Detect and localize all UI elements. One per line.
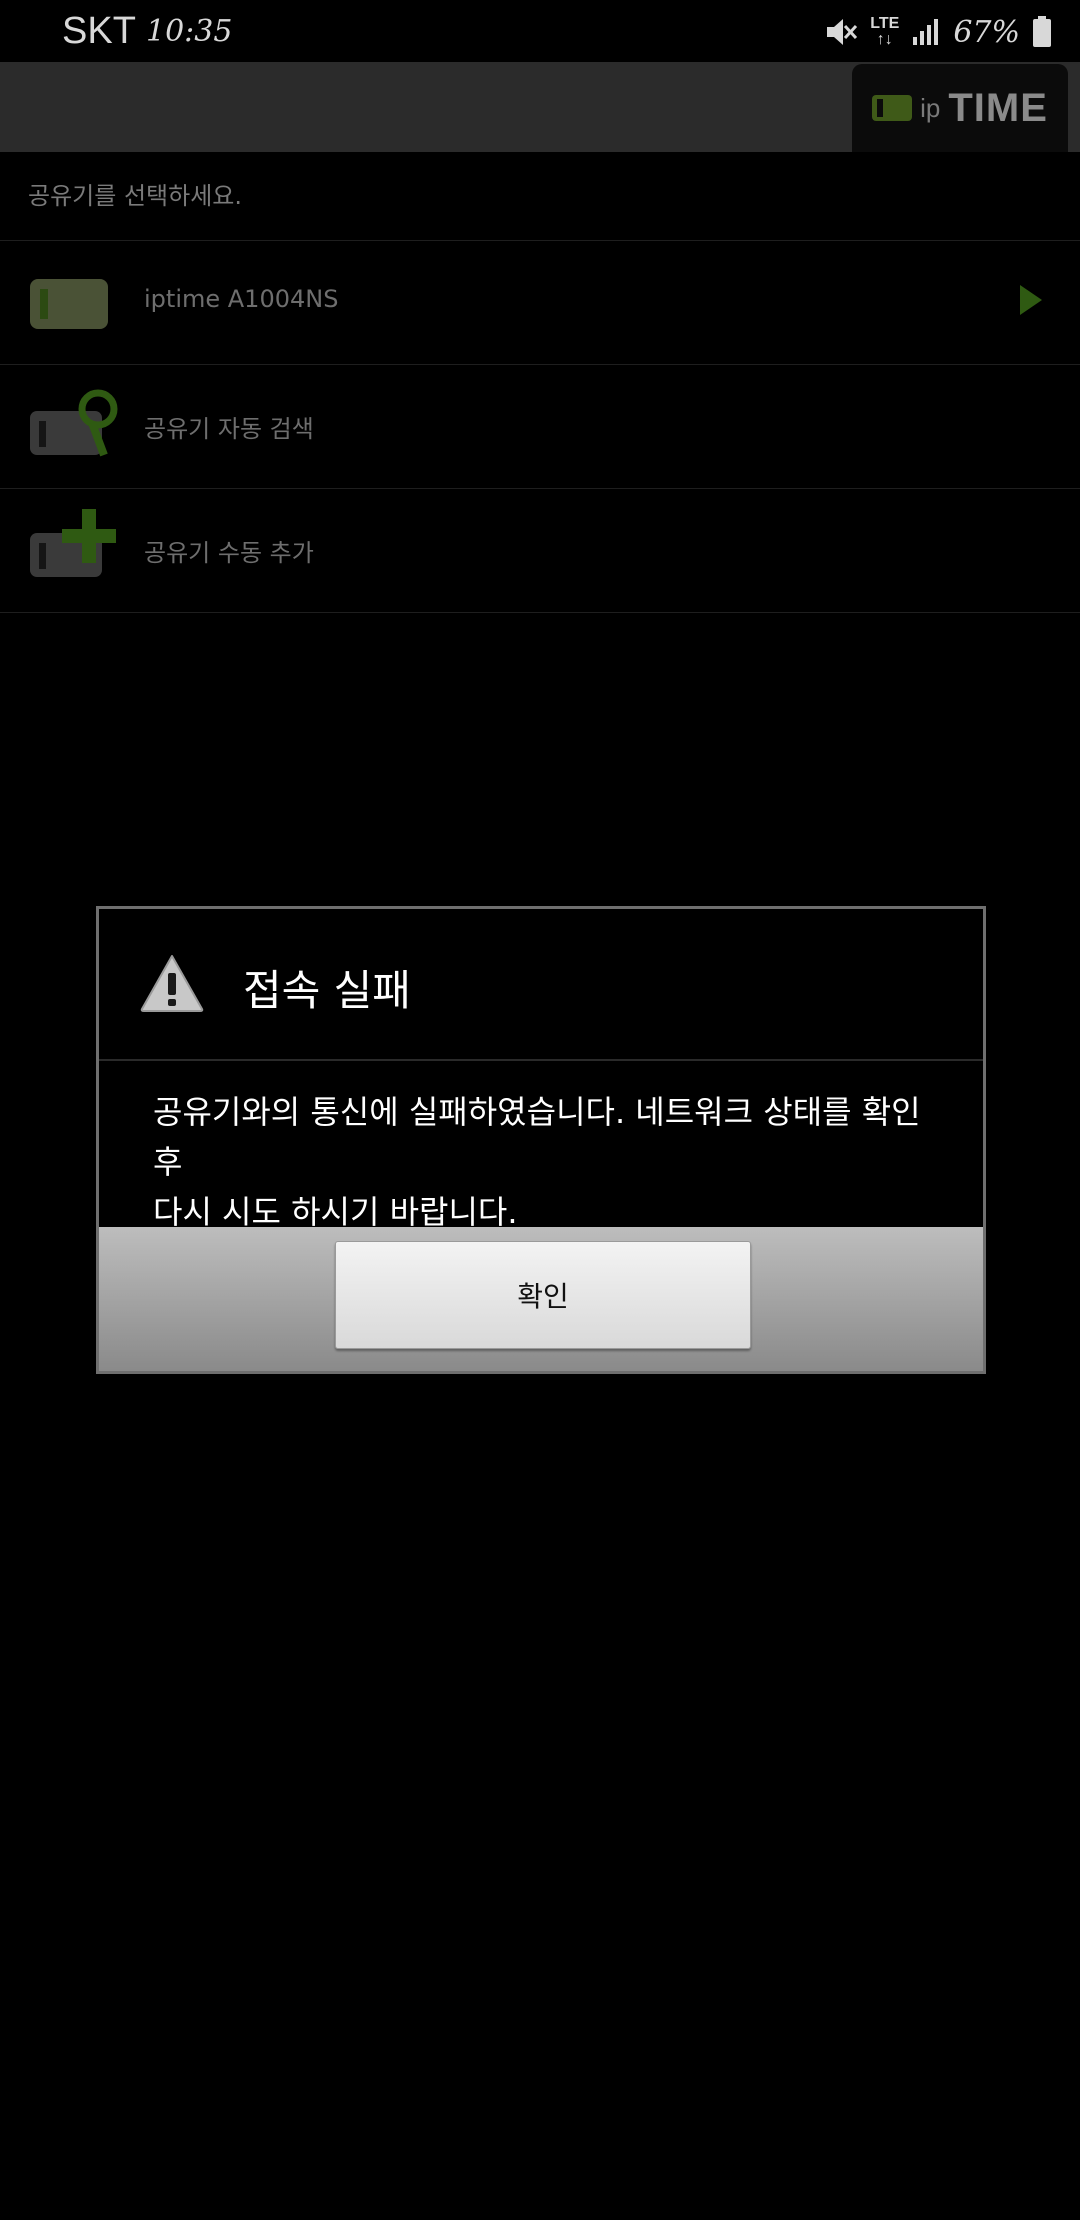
list-item-label: 공유기 수동 추가 <box>144 539 314 567</box>
iptime-logo: ip TIME <box>852 64 1068 152</box>
carrier-label: SKT <box>62 10 136 52</box>
dialog-message-line: 공유기와의 통신에 실패하였습니다. 네트워크 상태를 확인 후 <box>153 1093 921 1181</box>
list-item-label: iptime A1004NS <box>144 285 339 313</box>
list-item-router[interactable]: iptime A1004NS <box>0 241 1080 363</box>
battery-icon <box>1032 16 1052 48</box>
warning-icon <box>139 953 205 1013</box>
lte-icon: LTE ↑↓ <box>870 16 899 48</box>
divider <box>0 612 1080 613</box>
section-label: 공유기를 선택하세요. <box>28 182 242 210</box>
logo-text-time: TIME <box>948 85 1048 130</box>
logo-text-ip: ip <box>920 92 941 123</box>
list-item-label: 공유기 자동 검색 <box>144 415 314 443</box>
router-add-icon <box>30 509 116 577</box>
signal-icon <box>911 17 941 47</box>
router-logo-icon <box>872 95 913 121</box>
status-icons: LTE ↑↓ 67% <box>824 10 1052 54</box>
mute-icon <box>824 17 858 47</box>
clock-time: 10:35 <box>146 14 233 49</box>
router-icon <box>30 279 108 329</box>
dialog-message: 공유기와의 통신에 실패하였습니다. 네트워크 상태를 확인 후 다시 시도 하… <box>153 1087 953 1237</box>
list-item-manual-add[interactable]: 공유기 수동 추가 <box>0 489 1080 611</box>
battery-percent: 67% <box>953 14 1020 50</box>
dialog-header: 접속 실패 <box>99 909 983 1061</box>
dialog-title: 접속 실패 <box>243 966 411 1015</box>
connection-failed-dialog: 접속 실패 공유기와의 통신에 실패하였습니다. 네트워크 상태를 확인 후 다… <box>96 906 986 1374</box>
router-search-icon <box>30 389 118 457</box>
list-item-auto-search[interactable]: 공유기 자동 검색 <box>0 365 1080 487</box>
app-header: ip TIME <box>0 62 1080 152</box>
play-arrow-icon <box>1020 285 1042 315</box>
data-arrows-icon: ↑↓ <box>876 31 893 48</box>
dialog-footer: 확인 <box>99 1227 983 1371</box>
ok-button[interactable]: 확인 <box>335 1241 751 1349</box>
network-type-label: LTE <box>870 15 900 32</box>
status-bar: SKT 10:35 LTE ↑↓ 67% <box>0 0 1080 62</box>
